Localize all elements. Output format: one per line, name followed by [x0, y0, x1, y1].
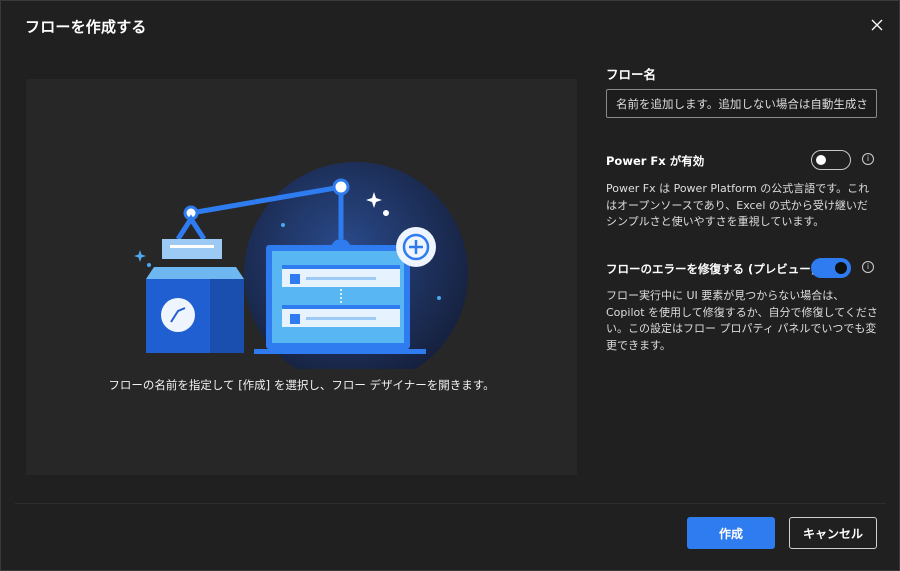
power-fx-row: Power Fx が有効 i	[606, 150, 878, 172]
toggle-knob	[816, 155, 826, 165]
illustration-caption: フローの名前を指定して [作成] を選択し、フロー デザイナーを開きます。	[108, 378, 495, 392]
close-icon	[871, 19, 883, 31]
info-icon[interactable]: i	[862, 261, 874, 273]
dialog-title: フローを作成する	[25, 18, 147, 36]
cancel-button[interactable]: キャンセル	[789, 517, 877, 549]
footer-divider	[15, 503, 886, 504]
error-repair-row: フローのエラーを修復する (プレビュー) i	[606, 258, 878, 280]
robot-arm-laptop-illustration	[134, 162, 468, 369]
power-fx-toggle[interactable]	[811, 150, 851, 170]
illustration-panel: フローの名前を指定して [作成] を選択し、フロー デザイナーを開きます。	[26, 79, 577, 475]
error-repair-description: フロー実行中に UI 要素が見つからない場合は、Copilot を使用して修復す…	[606, 289, 878, 352]
toggle-knob	[835, 262, 847, 274]
close-button[interactable]	[865, 13, 889, 37]
create-button[interactable]: 作成	[687, 517, 775, 549]
info-icon[interactable]: i	[862, 153, 874, 165]
create-flow-dialog: フローを作成する フローの名前を指定して [作成] を選択し、フロー デザイナー…	[0, 0, 900, 571]
error-repair-label: フローのエラーを修復する (プレビュー)	[606, 262, 817, 276]
flow-name-label: フロー名	[606, 67, 657, 82]
flow-name-input[interactable]	[606, 89, 877, 118]
power-fx-description: Power Fx は Power Platform の公式言語です。これはオープ…	[606, 182, 870, 228]
error-repair-toggle[interactable]	[811, 258, 851, 278]
power-fx-label: Power Fx が有効	[606, 154, 705, 168]
